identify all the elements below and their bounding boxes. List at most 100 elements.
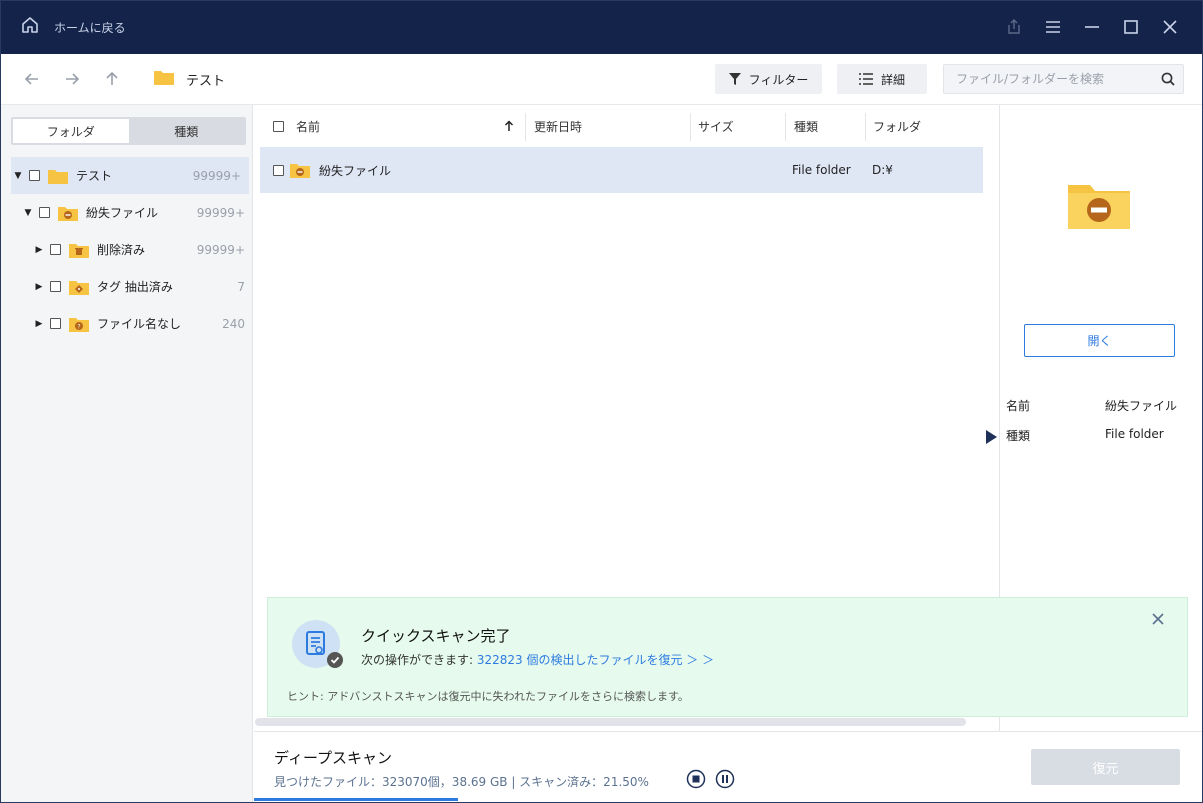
tag-folder-icon	[69, 279, 89, 295]
horizontal-scrollbar[interactable]	[255, 718, 966, 726]
breadcrumb-label: テスト	[186, 73, 226, 89]
checkbox[interactable]	[50, 318, 61, 329]
notification-prefix: 次の操作ができます:	[361, 653, 477, 667]
select-all-checkbox[interactable]	[273, 105, 284, 147]
share-icon[interactable]	[994, 0, 1033, 54]
table-row[interactable]: 紛失ファイル File folder D:¥	[260, 147, 983, 193]
back-arrow-icon[interactable]	[12, 59, 52, 99]
column-size[interactable]: サイズ	[698, 105, 734, 147]
sidebar: フォルダ 種類 ▼ テスト 99999+ ▼ 紛失ファイル 99999+ ▶ 削…	[1, 105, 253, 802]
home-button[interactable]: ホームに戻る	[20, 15, 126, 39]
restore-button[interactable]: 復元	[1031, 749, 1180, 785]
forward-arrow-icon[interactable]	[52, 59, 92, 99]
tree-item-label: テスト	[76, 169, 113, 183]
scan-stats: 見つけたファイル：323070個，38.69 GB | スキャン済み：21.50…	[274, 775, 649, 789]
column-folder[interactable]: フォルダ	[873, 105, 921, 147]
tab-type[interactable]: 種類	[129, 119, 245, 143]
column-type[interactable]: 種類	[794, 105, 818, 147]
column-divider[interactable]	[690, 113, 691, 141]
row-checkbox[interactable]	[273, 147, 284, 193]
notification-line: 次の操作ができます: 322823 個の検出したファイルを復元 ＞ ＞	[361, 651, 714, 668]
scan-complete-notification: クイックスキャン完了 次の操作ができます: 322823 個の検出したファイルを…	[267, 597, 1188, 717]
column-modified[interactable]: 更新日時	[534, 105, 582, 147]
home-icon	[20, 15, 40, 39]
stop-icon[interactable]	[686, 769, 706, 793]
lost-folder-icon	[58, 205, 78, 221]
filter-button[interactable]: フィルター	[715, 64, 822, 94]
pause-icon[interactable]	[715, 769, 735, 793]
tree-item-count: 7	[237, 279, 245, 294]
notification-title: クイックスキャン完了	[361, 627, 511, 645]
tree-item-label: 紛失ファイル	[86, 206, 159, 220]
tree-item-label: ファイル名なし	[97, 317, 182, 331]
tree-item-test[interactable]: ▼ テスト 99999+	[11, 157, 249, 194]
folder-icon	[48, 168, 68, 184]
checkbox[interactable]	[50, 281, 61, 292]
checkbox[interactable]	[39, 207, 50, 218]
tab-folder[interactable]: フォルダ	[13, 119, 129, 143]
folder-tree: ▼ テスト 99999+ ▼ 紛失ファイル 99999+ ▶ 削除済み 9999…	[1, 157, 253, 342]
column-divider[interactable]	[785, 113, 786, 141]
close-icon[interactable]	[1152, 613, 1164, 629]
list-header: 名前 更新日時 サイズ 種類 フォルダ	[260, 105, 999, 147]
filter-label: フィルター	[748, 72, 809, 87]
caret-down-icon[interactable]: ▼	[23, 208, 33, 218]
tree-item-label: タグ 抽出済み	[97, 280, 173, 294]
menu-icon[interactable]	[1033, 0, 1072, 54]
scan-report-icon	[292, 620, 344, 676]
column-divider[interactable]	[865, 113, 866, 141]
sort-asc-icon[interactable]	[504, 105, 514, 147]
restore-found-files-link[interactable]: 322823 個の検出したファイルを復元 ＞ ＞	[477, 653, 714, 667]
collapse-preview-icon[interactable]	[985, 430, 997, 448]
tree-item-tag-extracted[interactable]: ▶ タグ 抽出済み 7	[1, 268, 253, 305]
prop-key-name: 名前	[1006, 399, 1031, 413]
lost-folder-icon	[290, 147, 310, 193]
toolbar: テスト フィルター 詳細	[0, 54, 1203, 105]
home-label: ホームに戻る	[54, 20, 126, 35]
tree-item-count: 99999+	[196, 205, 245, 220]
up-arrow-icon[interactable]	[92, 59, 132, 99]
lost-folder-large-icon	[1068, 181, 1130, 233]
maximize-icon[interactable]	[1111, 0, 1150, 54]
breadcrumb[interactable]: テスト	[154, 69, 225, 89]
row-type: File folder	[792, 163, 851, 177]
tree-item-no-name[interactable]: ▶ ? ファイル名なし 240	[1, 305, 253, 342]
minimize-icon[interactable]	[1072, 0, 1111, 54]
prop-value-name: 紛失ファイル	[1105, 399, 1178, 413]
open-button[interactable]: 開く	[1024, 324, 1175, 357]
noname-folder-icon: ?	[69, 316, 89, 332]
caret-right-icon[interactable]: ▶	[34, 319, 44, 329]
search-box	[943, 64, 1184, 94]
details-label: 詳細	[880, 72, 905, 87]
tree-item-count: 99999+	[196, 242, 245, 257]
view-toggle: フォルダ 種類	[11, 117, 246, 145]
deleted-folder-icon	[69, 242, 89, 258]
column-divider[interactable]	[525, 113, 526, 141]
search-input[interactable]	[944, 72, 1153, 86]
close-icon[interactable]	[1150, 0, 1189, 54]
column-name[interactable]: 名前	[296, 105, 320, 147]
list-icon	[858, 73, 873, 85]
scan-progress-bar	[254, 798, 458, 801]
prop-key-type: 種類	[1006, 429, 1031, 443]
tree-item-lost-files[interactable]: ▼ 紛失ファイル 99999+	[1, 194, 253, 231]
tree-item-label: 削除済み	[97, 243, 146, 257]
checkbox[interactable]	[29, 170, 40, 181]
svg-text:?: ?	[77, 323, 80, 330]
tree-item-count: 99999+	[192, 168, 241, 183]
search-icon[interactable]	[1153, 72, 1183, 86]
row-name: 紛失ファイル	[319, 163, 392, 178]
deep-scan-title: ディープスキャン	[274, 749, 393, 767]
caret-right-icon[interactable]: ▶	[34, 282, 44, 292]
row-folder: D:¥	[872, 163, 893, 177]
notification-hint: ヒント: アドバンストスキャンは復元中に失われたファイルをさらに検索します。	[287, 690, 689, 703]
tree-item-deleted[interactable]: ▶ 削除済み 99999+	[1, 231, 253, 268]
caret-down-icon[interactable]: ▼	[13, 171, 23, 181]
details-button[interactable]: 詳細	[837, 64, 927, 94]
prop-value-type: File folder	[1105, 427, 1164, 441]
funnel-icon	[728, 73, 741, 85]
title-bar: ホームに戻る	[0, 0, 1203, 54]
checkbox[interactable]	[50, 244, 61, 255]
folder-icon	[154, 69, 174, 89]
caret-right-icon[interactable]: ▶	[34, 245, 44, 255]
